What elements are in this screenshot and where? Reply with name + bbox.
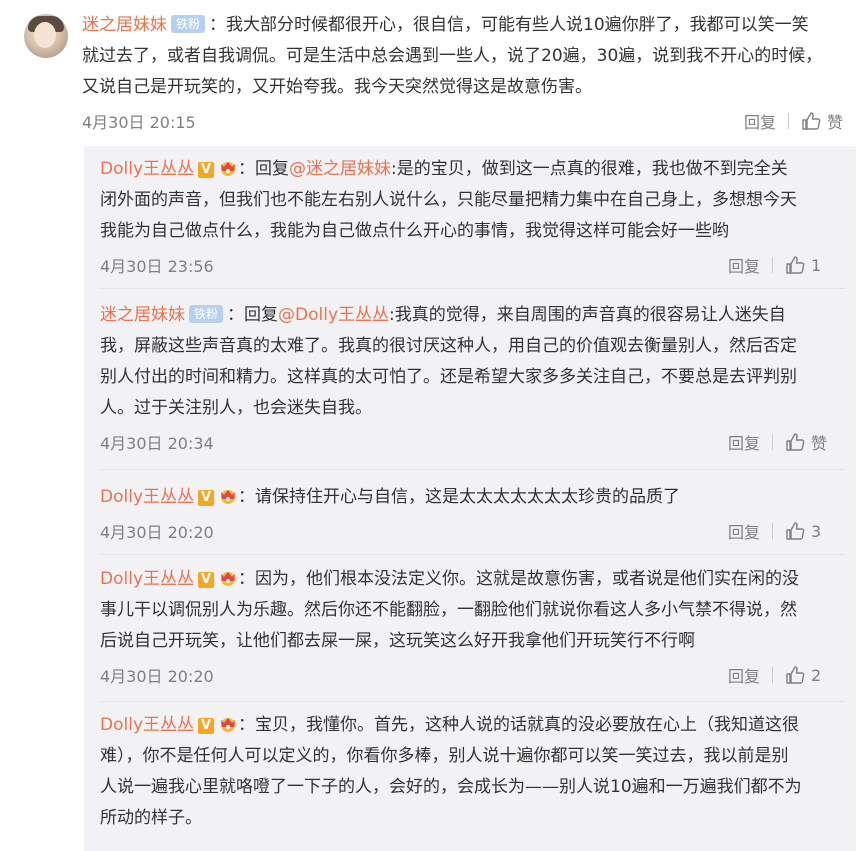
replies-panel: Dolly王丛丛 V ：回复@迷之居妹妹:是的宝贝，做到这一点真的很难，我也做不到完…: [84, 146, 856, 851]
fan-badge[interactable]: 铁粉: [171, 15, 206, 33]
fan-badge[interactable]: 铁粉: [189, 305, 224, 323]
reply-divider: [100, 288, 845, 289]
like-label: 赞: [827, 113, 844, 132]
like-button[interactable]: 赞: [801, 109, 843, 133]
reply-username[interactable]: Dolly王丛丛: [100, 487, 194, 507]
comment-line: 就过去了，或者自我调侃。可是生活中总会遇到一些人，说了20遍，30遍，说到我不开…: [82, 46, 823, 66]
reply-username[interactable]: Dolly王丛丛: [100, 569, 194, 589]
reply-line: Dolly王丛丛 V ：宝贝，我懂你。首先，这种人说的话就真的没必要放在心上（我知道…: [100, 710, 845, 741]
reply-item: Dolly王丛丛 V ：因为，他们根本没法定义你。这就是故意伤害，或者说是他们实在闲…: [100, 564, 845, 691]
reply-line: 人说一遍我心里就咯噔了一下子的人，会好的，会成长为——别人说10遍和一万遍我们都…: [100, 777, 802, 797]
thumbs-up-icon: [786, 666, 805, 684]
reply-actions: 回复 赞: [728, 430, 827, 454]
action-divider: [772, 523, 774, 539]
reply-line: Dolly王丛丛 V ：回复@迷之居妹妹:是的宝贝，做到这一点真的很难，我也做不到完…: [100, 154, 845, 185]
crown-icon: [218, 485, 238, 504]
reply-item: Dolly王丛丛 V ：请保持住开心与自信，这是太太太太太太太珍贵的品质了 4月30…: [100, 482, 845, 547]
like-count: 3: [811, 521, 822, 541]
mention-link[interactable]: @迷之居妹妹: [289, 159, 391, 179]
reply-text: ：宝贝，我懂你。首先，这种人说的话就真的没必要放在心上（我知道这很: [238, 715, 799, 735]
reply-text: ：因为，他们根本没法定义你。这就是故意伤害，或者说是他们实在闲的没: [238, 569, 799, 589]
comment-text: ：我大部分时候都很开心，很自信，可能有些人说10遍你胖了，我都可以笑一笑: [209, 15, 809, 35]
like-button[interactable]: 1: [785, 255, 821, 275]
reply-item: Dolly王丛丛 V ：宝贝，我懂你。首先，这种人说的话就真的没必要放在心上（我知道…: [100, 710, 845, 834]
reply-line: 事儿干以调侃别人为乐趣。然后你还不能翻脸，一翻脸他们就说你看这人多小气禁不得说，…: [100, 600, 797, 620]
reply-username[interactable]: Dolly王丛丛: [100, 159, 194, 179]
reply-button[interactable]: 回复: [728, 663, 760, 687]
reply-time: 4月30日 23:56: [100, 257, 214, 276]
mention-link[interactable]: @Dolly王丛丛: [278, 305, 389, 325]
reply-meta: 4月30日 20:34 回复 赞: [100, 424, 845, 458]
reply-button[interactable]: 回复: [728, 519, 760, 543]
like-count: 2: [811, 665, 822, 685]
action-divider: [772, 667, 774, 683]
thumbs-up-icon: [786, 433, 805, 451]
verified-icon: V: [198, 572, 214, 588]
reply-meta: 4月30日 20:20 回复 2: [100, 657, 845, 691]
comment-username[interactable]: 迷之居妹妹: [82, 15, 167, 35]
reply-prefix: ：回复: [238, 159, 289, 179]
thumbs-up-icon: [786, 256, 805, 274]
thumbs-up-icon: [786, 522, 805, 540]
reply-line: 后说自己开玩笑，让他们都去屎一屎，这玩笑这么好开我拿他们开玩笑行不行啊: [100, 631, 695, 651]
reply-actions: 回复 1: [728, 253, 821, 277]
like-button[interactable]: 2: [785, 665, 821, 685]
reply-line: 别人付出的时间和精力。这样真的太可怕了。还是希望大家多多关注自己，不要总是去评判…: [100, 367, 797, 387]
like-label: 赞: [811, 434, 828, 453]
comment-meta: 4月30日 20:15 回复 赞: [82, 103, 852, 137]
like-count: 1: [811, 255, 822, 275]
verified-icon: V: [198, 490, 214, 506]
reply-line: Dolly王丛丛 V ：因为，他们根本没法定义你。这就是故意伤害，或者说是他们实在闲…: [100, 564, 845, 595]
reply-line: 闭外面的声音，但我们也不能左右别人说什么，只能尽量把精力集中在自己身上，多想想今…: [100, 190, 797, 210]
comment-line: 又说自己是开玩笑的，又开始夸我。我今天突然觉得这是故意伤害。: [82, 77, 592, 97]
reply-line: 所动的样子。: [100, 808, 202, 828]
action-divider: [788, 113, 790, 129]
reply-divider: [100, 554, 845, 555]
comment-time: 4月30日 20:15: [82, 113, 196, 132]
verified-icon: V: [198, 162, 214, 178]
reply-divider: [100, 469, 845, 470]
verified-icon: V: [198, 718, 214, 734]
reply-button[interactable]: 回复: [728, 253, 760, 277]
reply-actions: 回复 2: [728, 663, 821, 687]
action-divider: [772, 257, 774, 273]
reply-meta: 4月30日 23:56 回复 1: [100, 247, 845, 281]
reply-line: 我能为自己做点什么，我能为自己做点什么开心的事情，我觉得这样可能会好一些哟: [100, 221, 729, 241]
avatar-face: [34, 22, 56, 48]
reply-prefix: ：回复: [227, 305, 279, 325]
reply-line: 迷之居妹妹 铁粉 ：回复@Dolly王丛丛:我真的觉得，来自周围的声音真的很容易让人…: [100, 300, 845, 331]
reply-line: Dolly王丛丛 V ：请保持住开心与自信，这是太太太太太太太珍贵的品质了: [100, 482, 845, 513]
crown-icon: [218, 157, 238, 176]
reply-time: 4月30日 20:34: [100, 434, 214, 453]
reply-time: 4月30日 20:20: [100, 523, 214, 542]
reply-line: 难），你不是任何人可以定义的，你看你多棒，别人说十遍你都可以笑一笑过去，我以前是…: [100, 746, 789, 766]
reply-text: :我真的觉得，来自周围的声音真的很容易让人迷失自: [389, 305, 786, 325]
reply-text: :是的宝贝，做到这一点真的很难，我也做不到完全关: [391, 159, 788, 179]
reply-actions: 回复 3: [728, 519, 821, 543]
like-button[interactable]: 赞: [785, 430, 827, 454]
reply-username[interactable]: 迷之居妹妹: [100, 305, 185, 325]
reply-username[interactable]: Dolly王丛丛: [100, 715, 194, 735]
reply-time: 4月30日 20:20: [100, 667, 214, 686]
action-divider: [772, 434, 774, 450]
reply-item: 迷之居妹妹 铁粉 ：回复@Dolly王丛丛:我真的觉得，来自周围的声音真的很容易让人…: [100, 300, 845, 458]
reply-item: Dolly王丛丛 V ：回复@迷之居妹妹:是的宝贝，做到这一点真的很难，我也做不到完…: [100, 154, 845, 281]
avatar[interactable]: [24, 14, 68, 58]
crown-icon: [218, 567, 238, 586]
reply-meta: 4月30日 20:20 回复 3: [100, 513, 845, 547]
reply-button[interactable]: 回复: [744, 109, 776, 133]
main-comment: 迷之居妹妹 铁粉 ：我大部分时候都很开心，很自信，可能有些人说10遍你胖了，我都可以…: [82, 10, 852, 137]
comment-line: 迷之居妹妹 铁粉 ：我大部分时候都很开心，很自信，可能有些人说10遍你胖了，我都可以…: [82, 10, 852, 41]
reply-divider: [100, 701, 845, 702]
crown-icon: [218, 713, 238, 732]
reply-line: 我，屏蔽这些声音真的太难了。我真的很讨厌这种人，用自己的价值观去衡量别人，然后否…: [100, 336, 797, 356]
thumbs-up-icon: [802, 112, 821, 130]
comment-actions: 回复 赞: [744, 109, 843, 133]
reply-button[interactable]: 回复: [728, 430, 760, 454]
like-button[interactable]: 3: [785, 521, 821, 541]
reply-line: 人。过于关注别人，也会迷失自我。: [100, 398, 372, 418]
reply-text: ：请保持住开心与自信，这是太太太太太太太珍贵的品质了: [238, 487, 680, 507]
